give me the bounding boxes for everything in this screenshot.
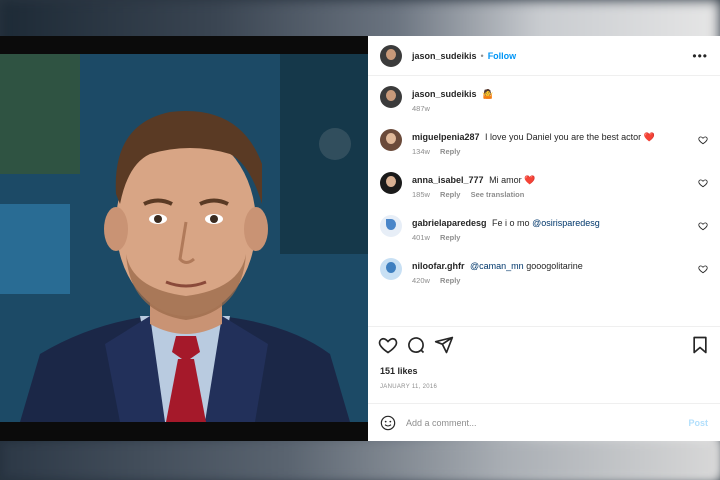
post-date[interactable]: JANUARY 11, 2016 xyxy=(380,384,437,390)
post-header: jason_sudeikis • Follow ••• xyxy=(368,36,720,76)
caption-age[interactable]: 487w xyxy=(412,104,430,113)
commenter-avatar[interactable] xyxy=(380,129,402,151)
post-image xyxy=(0,54,368,422)
caption-text: 🤷 xyxy=(482,89,494,99)
share-icon[interactable] xyxy=(434,335,454,355)
instagram-post: jason_sudeikis • Follow ••• jason_sudeik… xyxy=(0,36,720,441)
follow-button[interactable]: Follow xyxy=(488,51,517,61)
comment-text: Mi amor xyxy=(489,175,522,185)
blurred-background-bottom xyxy=(0,440,720,480)
comment-input[interactable] xyxy=(406,417,689,428)
comment-username[interactable]: niloofar.ghfr xyxy=(412,261,465,271)
emoji-icon[interactable] xyxy=(380,415,396,431)
list-item: gabrielaparedesg Fe i o mo @osirisparede… xyxy=(380,215,708,244)
comment-icon[interactable] xyxy=(406,335,426,355)
reply-button[interactable]: Reply xyxy=(440,233,460,242)
like-comment-icon[interactable] xyxy=(698,135,708,145)
comment-text: I love you Daniel you are the best actor xyxy=(485,132,642,142)
heart-emoji: ❤️ xyxy=(643,132,655,142)
comment-username[interactable]: anna_isabel_777 xyxy=(412,175,484,185)
like-comment-icon[interactable] xyxy=(698,264,708,274)
commenter-avatar[interactable] xyxy=(380,215,402,237)
reply-button[interactable]: Reply xyxy=(440,190,460,199)
portrait-illustration xyxy=(0,54,368,422)
caption-avatar[interactable] xyxy=(380,86,402,108)
caption-username[interactable]: jason_sudeikis xyxy=(412,89,477,99)
more-options-icon[interactable]: ••• xyxy=(692,49,708,63)
add-comment-bar: Post xyxy=(368,403,720,441)
comment-username[interactable]: miguelpenia287 xyxy=(412,132,480,142)
author-username[interactable]: jason_sudeikis xyxy=(412,51,477,61)
post-photo[interactable] xyxy=(0,36,368,441)
action-bar xyxy=(368,326,720,362)
bookmark-icon[interactable] xyxy=(690,335,710,355)
like-comment-icon[interactable] xyxy=(698,178,708,188)
post-side-panel: jason_sudeikis • Follow ••• jason_sudeik… xyxy=(368,36,720,441)
comment-age[interactable]: 420w xyxy=(412,276,430,285)
commenter-avatar[interactable] xyxy=(380,172,402,194)
reply-button[interactable]: Reply xyxy=(440,276,460,285)
comment-age[interactable]: 185w xyxy=(412,190,430,199)
reply-button[interactable]: Reply xyxy=(440,147,460,156)
like-comment-icon[interactable] xyxy=(698,221,708,231)
comment-username[interactable]: gabrielaparedesg xyxy=(412,218,487,228)
list-item: niloofar.ghfr @caman_mn gooogolitarine 4… xyxy=(380,258,708,287)
post-comment-button[interactable]: Post xyxy=(688,418,708,428)
comment-mention[interactable]: @osirisparedesg xyxy=(532,218,600,228)
comment-text: gooogolitarine xyxy=(526,261,583,271)
comment-mention[interactable]: @caman_mn xyxy=(470,261,524,271)
comment-text: Fe i o mo xyxy=(492,218,530,228)
list-item: miguelpenia287 I love you Daniel you are… xyxy=(380,129,708,158)
likes-count[interactable]: 151 likes xyxy=(380,366,418,376)
author-avatar[interactable] xyxy=(380,44,402,67)
commenter-avatar[interactable] xyxy=(380,258,402,280)
heart-emoji: ❤️ xyxy=(524,175,536,185)
comment-age[interactable]: 401w xyxy=(412,233,430,242)
heart-icon[interactable] xyxy=(378,335,398,355)
comment-age[interactable]: 134w xyxy=(412,147,430,156)
list-item: anna_isabel_777 Mi amor ❤️ 185w Reply Se… xyxy=(380,172,708,201)
caption: jason_sudeikis 🤷 487w xyxy=(380,86,708,115)
separator-dot: • xyxy=(480,50,484,61)
comments-list[interactable]: jason_sudeikis 🤷 487w miguelpenia287 I l… xyxy=(368,76,720,322)
see-translation-link[interactable]: See translation xyxy=(471,190,525,199)
